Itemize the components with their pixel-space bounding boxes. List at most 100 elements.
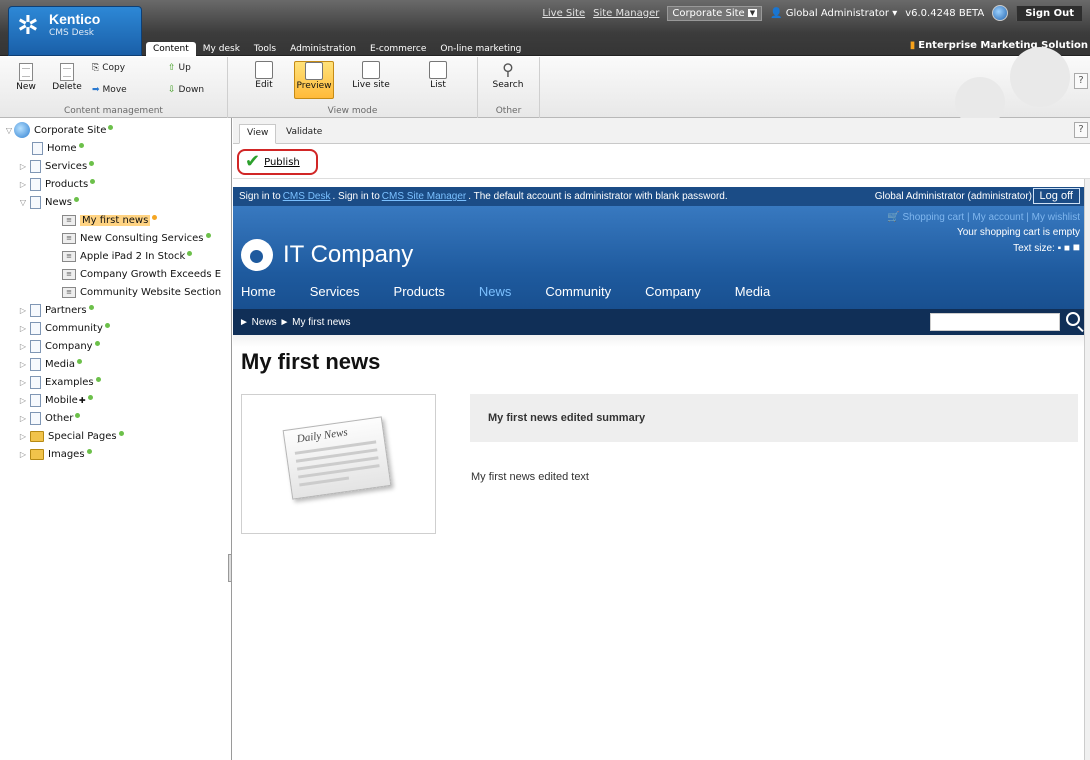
tree-node[interactable]: ▷ Company <box>20 338 100 354</box>
folder-icon <box>30 448 44 460</box>
expand-icon[interactable]: ▷ <box>18 342 28 351</box>
tree-node[interactable]: Home <box>30 140 84 156</box>
tree-node[interactable]: ≡ Company Growth Exceeds E <box>62 266 221 282</box>
publish-button[interactable]: ✔ Publish <box>237 149 318 175</box>
news-summary: My first news edited summary <box>470 394 1078 442</box>
expand-icon[interactable]: ▷ <box>18 162 28 171</box>
expand-icon[interactable]: ▷ <box>18 324 28 333</box>
expand-icon[interactable]: ▷ <box>18 306 28 315</box>
text-size-medium-icon[interactable]: ■ <box>1064 243 1070 254</box>
tab-view[interactable]: View <box>239 124 277 144</box>
site-nav-home[interactable]: Home <box>233 284 276 304</box>
text-size-large-icon[interactable]: ■ <box>1073 240 1080 254</box>
published-icon <box>94 340 100 346</box>
breadcrumb-text[interactable]: ► News ► My first news <box>239 317 350 328</box>
user-menu[interactable]: 👤 Global Administrator ▾ <box>770 8 897 19</box>
search-label: Search <box>492 80 524 90</box>
kentico-logo[interactable]: ✲ Kentico CMS Desk <box>8 6 142 56</box>
tree-node[interactable]: ▷ Services <box>20 158 95 174</box>
search-icon[interactable] <box>1066 312 1080 326</box>
new-button[interactable]: New <box>8 63 44 92</box>
preview-button[interactable]: Preview <box>294 61 334 99</box>
live-site-button[interactable]: Live site <box>348 61 394 99</box>
edition-text: Enterprise Marketing Solution <box>918 40 1088 51</box>
site-nav-company[interactable]: Company <box>637 284 701 304</box>
site-nav-news[interactable]: News <box>471 284 512 304</box>
expand-icon[interactable]: ▷ <box>18 180 28 189</box>
site-search-input[interactable] <box>930 313 1060 331</box>
tree-node[interactable]: ▷ Other <box>20 410 81 426</box>
tree-node[interactable]: ▷ Community <box>20 320 110 336</box>
tabs-help-icon[interactable]: ? <box>1074 122 1088 138</box>
list-button[interactable]: List <box>418 61 458 99</box>
sign-out-button[interactable]: Sign Out <box>1016 5 1082 21</box>
site-nav-media[interactable]: Media <box>727 284 770 304</box>
edit-button[interactable]: Edit <box>244 61 284 99</box>
move-icon: ➡ <box>92 85 100 95</box>
tree-node[interactable]: ≡ Apple iPad 2 In Stock <box>62 248 193 264</box>
tree-node[interactable]: ▽ News <box>20 194 80 210</box>
site-manager-link[interactable]: Site Manager <box>593 8 659 19</box>
shopping-links[interactable]: 🛒 Shopping cart | My account | My wishli… <box>887 210 1080 225</box>
tree-node[interactable]: ▷ Media <box>20 356 83 372</box>
site-nav-community[interactable]: Community <box>537 284 611 304</box>
copy-button[interactable]: ⎘ Copy <box>92 63 125 73</box>
tree-root[interactable]: ▽ Corporate Site <box>4 122 114 138</box>
page-icon <box>30 411 41 425</box>
expand-icon[interactable]: ▷ <box>18 396 28 405</box>
tab-content[interactable]: Content <box>146 42 196 56</box>
page-icon <box>30 303 41 317</box>
up-button[interactable]: ⇧ Up <box>168 63 191 73</box>
tab-my-desk[interactable]: My desk <box>196 42 247 56</box>
site-manager-link[interactable]: CMS Site Manager <box>382 191 466 202</box>
expand-icon[interactable]: ▷ <box>18 432 28 441</box>
text-line <box>299 476 350 487</box>
tree-node[interactable]: ▷ Images <box>20 446 92 462</box>
tree-node-label: Home <box>47 142 77 154</box>
newspaper-title: Daily News <box>296 426 349 446</box>
move-button[interactable]: ➡ Move <box>92 85 127 95</box>
tree-node[interactable]: ▷ Mobile ✚ <box>20 392 93 408</box>
live-site-label: Live site <box>352 80 390 90</box>
live-site-link[interactable]: Live Site <box>542 8 585 19</box>
collapse-icon[interactable]: ▽ <box>18 198 28 207</box>
tree-node[interactable]: ▷ Special Pages <box>20 428 124 444</box>
expand-icon[interactable]: ▷ <box>18 450 28 459</box>
expand-icon[interactable]: ▷ <box>18 360 28 369</box>
news-icon: ≡ <box>62 250 76 262</box>
tree-node[interactable]: ▷ Products <box>20 176 96 192</box>
pane-splitter-handle[interactable] <box>228 554 231 582</box>
signed-in-user: Global Administrator (administrator) <box>874 191 1032 202</box>
tab-online-marketing[interactable]: On-line marketing <box>433 42 528 56</box>
tree-node[interactable]: ≡ New Consulting Services <box>62 230 211 246</box>
expand-icon[interactable]: ▷ <box>18 414 28 423</box>
preview-scrollbar[interactable] <box>1084 179 1090 760</box>
tab-tools[interactable]: Tools <box>247 42 283 56</box>
tree-node[interactable]: ▷ Examples <box>20 374 101 390</box>
expand-icon[interactable]: ▽ <box>4 126 14 135</box>
kentico-flake-icon: ✲ <box>17 11 39 41</box>
site-logo[interactable]: IT Company <box>241 239 413 271</box>
site-nav-services[interactable]: Services <box>302 284 360 304</box>
log-off-button[interactable]: Log off <box>1032 188 1080 204</box>
site-nav-products[interactable]: Products <box>386 284 445 304</box>
tree-node-label: My first news <box>80 214 151 226</box>
tree-node[interactable]: ▷ Partners <box>20 302 94 318</box>
cms-desk-link[interactable]: CMS Desk <box>283 191 331 202</box>
globe-icon[interactable] <box>992 5 1009 21</box>
tab-validate[interactable]: Validate <box>279 124 329 144</box>
published-icon <box>104 322 110 328</box>
tree-node[interactable]: ≡ Community Website Section <box>62 284 221 300</box>
tab-administration[interactable]: Administration <box>283 42 363 56</box>
delete-button[interactable]: Delete <box>46 63 88 92</box>
toolbar-help-icon[interactable]: ? <box>1074 73 1088 89</box>
text-size-small-icon[interactable]: ▪ <box>1058 243 1062 254</box>
text-size-control: Text size: ▪ ■ ■ <box>887 240 1080 256</box>
tree-node-selected[interactable]: ≡ My first news <box>62 212 158 228</box>
delete-label: Delete <box>52 82 82 92</box>
expand-icon[interactable]: ▷ <box>18 378 28 387</box>
site-selector[interactable]: Corporate Site ▼ <box>667 5 763 21</box>
tab-ecommerce[interactable]: E-commerce <box>363 42 433 56</box>
down-button[interactable]: ⇩ Down <box>168 85 204 95</box>
search-button[interactable]: ⚲ Search <box>488 61 528 99</box>
